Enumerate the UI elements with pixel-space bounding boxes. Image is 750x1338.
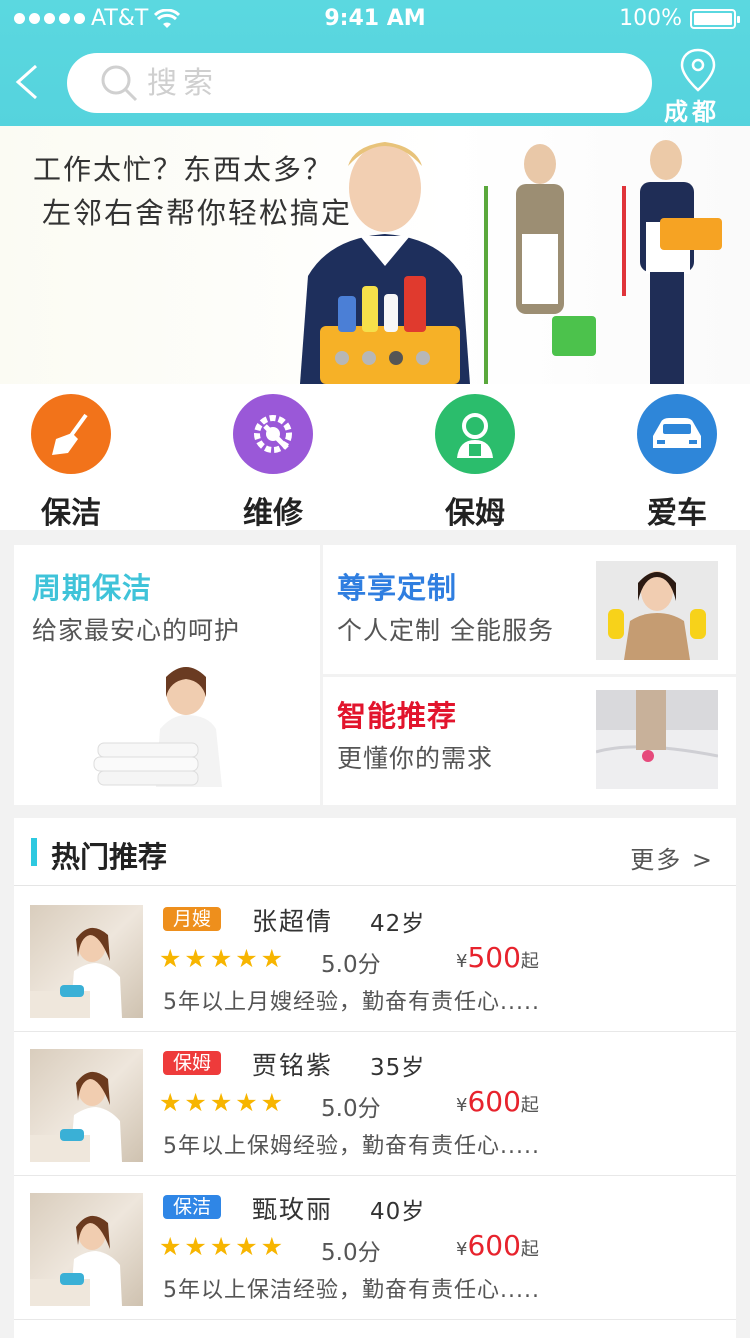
promo-title: 周期保洁: [32, 571, 153, 605]
price-value: 600: [467, 1229, 521, 1262]
worker-name: 贾铭紫: [252, 1051, 334, 1080]
service-tag: 保姆: [163, 1051, 222, 1075]
worker-description: 5年以上保姆经验，勤奋有责任心.....: [163, 1134, 540, 1159]
page-dot[interactable]: [416, 351, 430, 365]
list-item[interactable]: 保洁 甄玫丽 40岁 ★★★★★ 5.0分 ¥600起 5年以上保洁经验，勤奋有…: [14, 1176, 736, 1320]
worker-description: 5年以上月嫂经验，勤奋有责任心.....: [163, 990, 540, 1015]
battery: 100%: [619, 6, 740, 31]
car-icon: [637, 394, 717, 474]
category-label: 爱车: [647, 496, 707, 531]
promo-section: 周期保洁 给家最安心的呵护 尊享定制 个人定制 全能服务 智能推荐 更懂你的需求: [14, 545, 736, 805]
price: ¥500起: [456, 941, 539, 974]
service-tag: 月嫂: [163, 907, 222, 931]
nanny-icon: [435, 394, 515, 474]
promo-title: 尊享定制: [337, 571, 458, 605]
category-nanny[interactable]: 保姆: [420, 394, 530, 532]
section-header: 热门推荐 更多 >: [14, 818, 736, 886]
worker-age: 42岁: [370, 911, 426, 937]
worker-photo: [30, 905, 143, 1018]
category-car[interactable]: 爱车: [622, 394, 732, 532]
promo-subtitle: 更懂你的需求: [337, 744, 494, 773]
section-accent-bar: [31, 838, 37, 866]
page-dot[interactable]: [335, 351, 349, 365]
promo-subtitle: 个人定制 全能服务: [337, 616, 554, 645]
top-header: AT&T 9:41 AM 100% 成都: [0, 0, 750, 126]
page-dot-active[interactable]: [389, 351, 403, 365]
price: ¥600起: [456, 1229, 539, 1262]
section-title: 热门推荐: [51, 840, 168, 874]
worker-photo: [30, 1049, 143, 1162]
broom-icon: [31, 394, 111, 474]
currency-symbol: ¥: [456, 1239, 468, 1260]
rating-stars-icon: ★★★★★: [159, 944, 287, 973]
category-repair[interactable]: 维修: [218, 394, 328, 532]
price-suffix: 起: [520, 951, 539, 972]
category-label: 保姆: [445, 496, 505, 531]
promo-periodic-cleaning[interactable]: 周期保洁 给家最安心的呵护: [14, 545, 320, 805]
banner-headline: 工作太忙？东西太多？: [33, 153, 334, 186]
price-value: 600: [467, 1085, 521, 1118]
price: ¥600起: [456, 1085, 539, 1118]
promo-smart[interactable]: 智能推荐 更懂你的需求: [323, 677, 736, 805]
back-arrow-icon[interactable]: [10, 62, 46, 102]
maid-thumbs-up-image: [596, 561, 718, 660]
location-pin-icon: [680, 48, 716, 92]
worker-photo: [30, 1193, 143, 1306]
rating-score: 5.0分: [321, 952, 381, 978]
category-label: 维修: [243, 496, 303, 531]
bed-flower-image: [596, 690, 718, 789]
search-icon: [101, 65, 138, 102]
rating-stars-icon: ★★★★★: [159, 1232, 287, 1261]
location-button[interactable]: 成都: [660, 48, 724, 128]
search-input[interactable]: [147, 65, 547, 101]
worker-age: 35岁: [370, 1055, 426, 1081]
battery-icon: [690, 8, 740, 29]
battery-percent: 100%: [619, 6, 682, 31]
hot-recommend-section: 热门推荐 更多 > 月嫂 张超倩 42岁 ★★★★★ 5.0分 ¥500起 5年…: [14, 818, 736, 1338]
price-suffix: 起: [520, 1239, 539, 1260]
page-dot[interactable]: [362, 351, 376, 365]
currency-symbol: ¥: [456, 1095, 468, 1116]
category-cleaning[interactable]: 保洁: [16, 394, 126, 532]
more-link[interactable]: 更多 >: [630, 840, 714, 875]
worker-description: 5年以上保洁经验，勤奋有责任心.....: [163, 1278, 540, 1303]
promo-custom[interactable]: 尊享定制 个人定制 全能服务: [323, 545, 736, 674]
promo-title: 智能推荐: [337, 699, 458, 733]
category-label: 保洁: [41, 496, 101, 531]
status-bar: AT&T 9:41 AM 100%: [0, 0, 750, 40]
list-item[interactable]: 月嫂 张超倩 42岁 ★★★★★ 5.0分 ¥500起 5年以上月嫂经验，勤奋有…: [14, 888, 736, 1032]
maid-towels-image: [93, 667, 222, 787]
worker-name: 张超倩: [252, 907, 334, 936]
city-label: 成都: [664, 98, 720, 126]
rating-stars-icon: ★★★★★: [159, 1088, 287, 1117]
worker-name: 甄玫丽: [252, 1195, 334, 1224]
search-bar[interactable]: [67, 53, 652, 113]
price-value: 500: [467, 941, 521, 974]
worker-age: 40岁: [370, 1199, 426, 1225]
price-suffix: 起: [520, 1095, 539, 1116]
rating-score: 5.0分: [321, 1096, 381, 1122]
currency-symbol: ¥: [456, 951, 468, 972]
gear-wrench-icon: [233, 394, 313, 474]
rating-score: 5.0分: [321, 1240, 381, 1266]
banner-pagination: [335, 351, 430, 365]
category-grid: 保洁 维修 保姆 爱车: [0, 384, 750, 532]
promo-banner[interactable]: 工作太忙？东西太多？ 左邻右舍帮你轻松搞定: [0, 126, 750, 384]
list-item[interactable]: 保姆 贾铭紫 35岁 ★★★★★ 5.0分 ¥600起 5年以上保姆经验，勤奋有…: [14, 1032, 736, 1176]
banner-illustration: [300, 140, 722, 384]
service-tag: 保洁: [163, 1195, 222, 1219]
promo-subtitle: 给家最安心的呵护: [32, 616, 241, 645]
